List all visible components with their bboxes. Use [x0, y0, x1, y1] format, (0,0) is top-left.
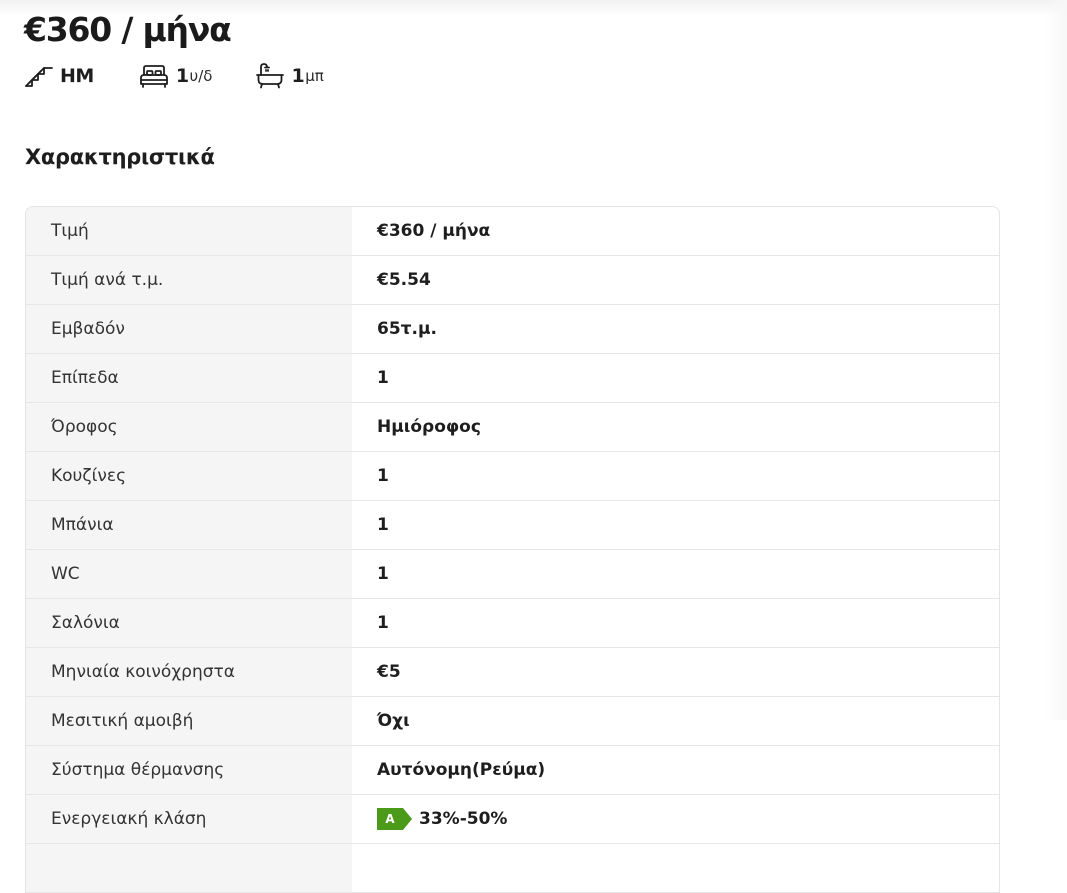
key-features: ΗΜ 1 υ/δ 1 μπ — [25, 63, 368, 89]
table-row: Όροφος Ημιόροφος — [26, 403, 999, 452]
table-row: Τιμή ανά τ.μ. €5.54 — [26, 256, 999, 305]
table-row: WC 1 — [26, 550, 999, 599]
table-row: Ενεργειακή κλάση A 33%-50% — [26, 795, 999, 844]
row-label: Τιμή — [26, 207, 352, 255]
listing-price: €360 / μήνα — [24, 10, 232, 49]
bathtub-icon — [256, 63, 285, 89]
row-label: Τιμή ανά τ.μ. — [26, 256, 352, 304]
feature-floor: ΗΜ — [25, 64, 95, 88]
table-row: Επίπεδα 1 — [26, 354, 999, 403]
table-row: Σύστημα θέρμανσης Αυτόνομη(Ρεύμα) — [26, 746, 999, 795]
table-row: Μπάνια 1 — [26, 501, 999, 550]
energy-class-range: 33%-50% — [419, 809, 508, 829]
row-value: €360 / μήνα — [377, 221, 491, 241]
row-value — [352, 844, 999, 892]
row-value-energy: A 33%-50% — [352, 795, 999, 843]
table-row: Μεσιτική αμοιβή Όχι — [26, 697, 999, 746]
feature-bathrooms-unit: μπ — [305, 67, 324, 85]
row-value: 1 — [377, 613, 389, 633]
row-label — [26, 844, 352, 892]
table-row: Κουζίνες 1 — [26, 452, 999, 501]
feature-bathrooms-value: 1 — [291, 65, 305, 87]
table-row — [26, 844, 999, 893]
feature-bedrooms-unit: υ/δ — [189, 67, 213, 85]
row-label: Μηνιαία κοινόχρηστα — [26, 648, 352, 696]
row-label: Μπάνια — [26, 501, 352, 549]
feature-bedrooms-value: 1 — [175, 65, 189, 87]
row-label: WC — [26, 550, 352, 598]
table-row: Τιμή €360 / μήνα — [26, 207, 999, 256]
feature-bedrooms: 1 υ/δ — [139, 64, 213, 88]
table-row: Σαλόνια 1 — [26, 599, 999, 648]
row-value: 1 — [377, 466, 389, 486]
right-panel-edge — [1045, 0, 1067, 720]
stairs-icon — [25, 64, 53, 88]
characteristics-table: Τιμή €360 / μήνα Τιμή ανά τ.μ. €5.54 Εμβ… — [25, 206, 1000, 893]
row-label: Επίπεδα — [26, 354, 352, 402]
row-label: Σαλόνια — [26, 599, 352, 647]
row-value: 1 — [377, 515, 389, 535]
bed-icon — [139, 64, 169, 88]
row-label: Εμβαδόν — [26, 305, 352, 353]
row-value: Όχι — [377, 711, 410, 731]
row-label: Μεσιτική αμοιβή — [26, 697, 352, 745]
table-row: Εμβαδόν 65τ.μ. — [26, 305, 999, 354]
row-value: Ημιόροφος — [377, 417, 481, 437]
row-value: 1 — [377, 564, 389, 584]
row-value: €5.54 — [377, 270, 431, 290]
row-value: Αυτόνομη(Ρεύμα) — [377, 760, 546, 780]
characteristics-title: Χαρακτηριστικά — [25, 145, 215, 169]
row-value: 1 — [377, 368, 389, 388]
row-label: Όροφος — [26, 403, 352, 451]
table-row: Μηνιαία κοινόχρηστα €5 — [26, 648, 999, 697]
feature-bathrooms: 1 μπ — [256, 63, 324, 89]
row-value: 65τ.μ. — [377, 319, 437, 339]
row-label: Σύστημα θέρμανσης — [26, 746, 352, 794]
energy-class-badge: A — [377, 808, 412, 830]
row-label: Ενεργειακή κλάση — [26, 795, 352, 843]
row-value: €5 — [377, 662, 401, 682]
row-label: Κουζίνες — [26, 452, 352, 500]
feature-floor-value: ΗΜ — [60, 65, 94, 87]
